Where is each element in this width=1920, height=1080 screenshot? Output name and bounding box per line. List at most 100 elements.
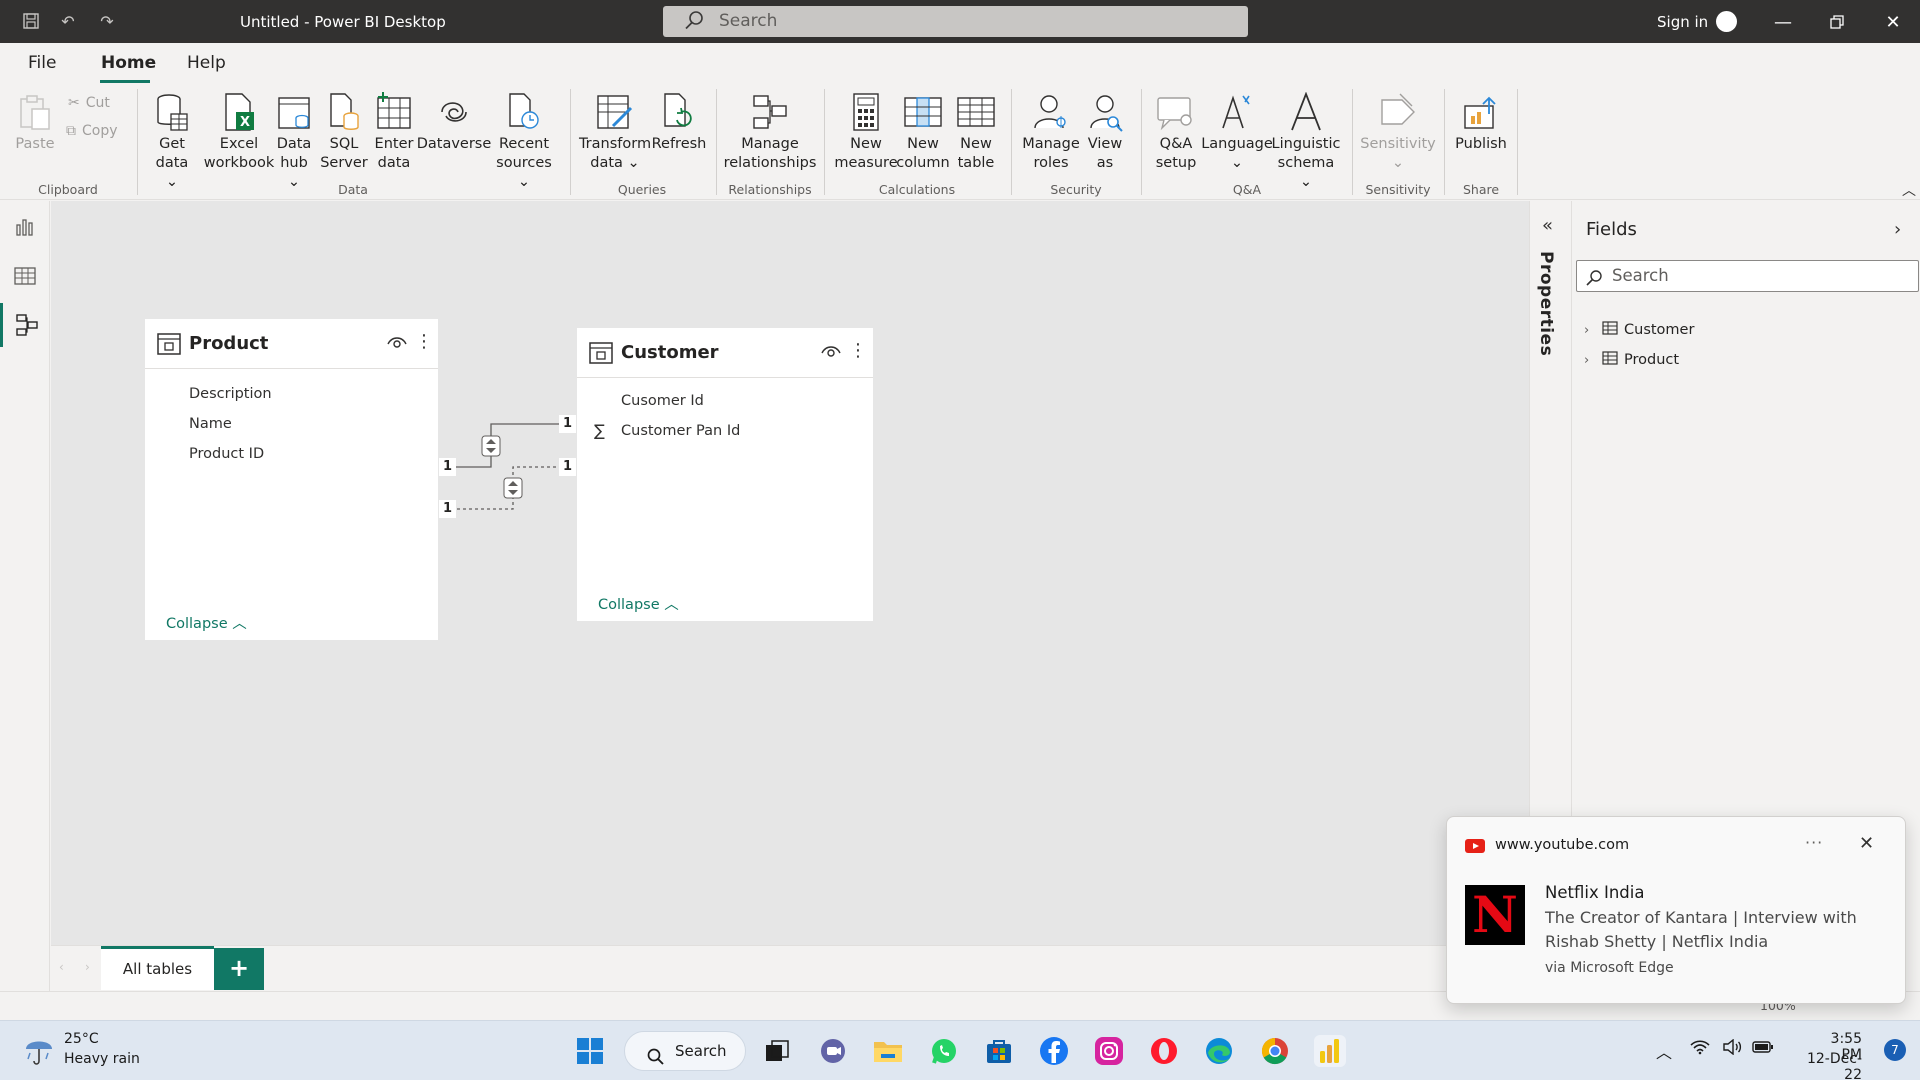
copy-button[interactable]: ⧉ Copy — [66, 123, 118, 139]
recent-sources-button[interactable]: Recent sources ⌄ — [489, 91, 559, 192]
cut-button[interactable]: ✂ Cut — [68, 95, 110, 111]
manage-roles-button[interactable]: Manage roles — [1020, 91, 1082, 173]
relationship-line-active[interactable] — [439, 423, 566, 468]
fields-search-input[interactable]: Search — [1576, 260, 1919, 292]
chevron-left-icon[interactable]: ‹ — [59, 960, 64, 974]
search-icon — [647, 1042, 665, 1080]
new-table-button[interactable]: New table — [953, 91, 999, 173]
battery-icon[interactable] — [1752, 1039, 1774, 1058]
cross-filter-icon[interactable] — [503, 477, 523, 499]
ribbon-separator — [824, 89, 825, 195]
paste-button[interactable]: Paste — [14, 91, 56, 154]
collapse-link[interactable]: Collapse ︿ — [598, 593, 679, 614]
collapse-link[interactable]: Collapse ︿ — [166, 612, 247, 633]
weather-temp[interactable]: 25°C — [64, 1031, 99, 1047]
qa-setup-button[interactable]: Q&A setup — [1153, 91, 1199, 173]
tab-file[interactable]: File — [28, 53, 56, 73]
weather-rain-icon[interactable] — [22, 1033, 56, 1071]
model-view-icon[interactable] — [0, 303, 50, 347]
opera-icon[interactable] — [1148, 1035, 1180, 1067]
publish-button[interactable]: Publish — [1452, 91, 1510, 154]
report-view-icon[interactable] — [0, 205, 50, 249]
field-item[interactable]: Description — [189, 386, 272, 402]
whatsapp-icon[interactable] — [928, 1035, 960, 1067]
table-card-customer[interactable]: Customer ⋮ Cusomer Id ∑ Customer Pan Id … — [577, 328, 873, 621]
fields-table-item[interactable]: › Product — [1584, 350, 1679, 370]
weather-desc[interactable]: Heavy rain — [64, 1051, 140, 1067]
task-view-icon[interactable] — [761, 1035, 793, 1067]
properties-label[interactable]: Properties — [1536, 251, 1556, 356]
table-card-product[interactable]: Product ⋮ Description Name Product ID Co… — [145, 319, 438, 640]
enter-data-button[interactable]: Enter data — [373, 91, 415, 173]
manage-relationships-button[interactable]: Manage relationships — [723, 91, 817, 173]
refresh-button[interactable]: Refresh — [650, 91, 708, 154]
model-canvas[interactable]: Product ⋮ Description Name Product ID Co… — [51, 201, 1529, 945]
tab-help[interactable]: Help — [187, 53, 226, 73]
facebook-icon[interactable] — [1038, 1035, 1070, 1067]
redo-icon[interactable]: ↷ — [96, 10, 118, 32]
notification-badge[interactable]: 7 — [1884, 1039, 1906, 1061]
windows-start-icon[interactable] — [574, 1035, 606, 1067]
collapse-ribbon-icon[interactable]: ︿ — [1902, 180, 1916, 200]
tab-home[interactable]: Home — [101, 53, 156, 73]
avatar[interactable] — [1716, 11, 1737, 32]
eye-icon[interactable] — [821, 344, 841, 362]
excel-workbook-button[interactable]: X Excel workbook — [204, 91, 274, 173]
microsoft-store-icon[interactable] — [983, 1035, 1015, 1067]
cross-filter-icon[interactable] — [481, 435, 501, 457]
language-button[interactable]: Language ⌄ — [1201, 91, 1273, 173]
field-item[interactable]: Name — [189, 416, 232, 432]
wifi-icon[interactable] — [1690, 1039, 1710, 1059]
sign-in-link[interactable]: Sign in — [1657, 13, 1708, 31]
field-item[interactable]: Product ID — [189, 446, 264, 462]
new-measure-button[interactable]: New measure — [834, 91, 898, 173]
linguistic-schema-button[interactable]: Linguistic schema ⌄ — [1272, 91, 1340, 192]
transform-data-button[interactable]: Transform data ⌄ — [579, 91, 651, 173]
chevron-right-icon[interactable]: › — [1894, 219, 1901, 240]
chevron-double-left-icon[interactable]: « — [1542, 215, 1553, 236]
eye-icon[interactable] — [387, 335, 407, 353]
field-item[interactable]: Cusomer Id — [621, 393, 704, 409]
more-options-icon[interactable]: ··· — [1805, 833, 1823, 852]
instagram-icon[interactable] — [1093, 1035, 1125, 1067]
page-tab-all-tables[interactable]: All tables — [101, 946, 214, 990]
volume-icon[interactable] — [1722, 1038, 1742, 1059]
restore-icon[interactable] — [1822, 10, 1852, 34]
table-icon — [1602, 351, 1618, 369]
data-hub-button[interactable]: Data hub ⌄ — [272, 91, 316, 192]
sensitivity-button[interactable]: Sensitivity ⌄ — [1360, 91, 1436, 173]
file-explorer-icon[interactable] — [872, 1035, 904, 1067]
more-options-icon[interactable]: ⋮ — [415, 331, 433, 352]
table-view-icon[interactable] — [0, 254, 50, 298]
new-column-button[interactable]: New column — [895, 91, 951, 173]
menu-bar: File Home Help — [0, 43, 1920, 83]
chevron-right-icon[interactable]: › — [1584, 353, 1596, 368]
get-data-button[interactable]: Get data ⌄ — [150, 91, 194, 192]
add-page-button[interactable]: + — [214, 948, 264, 990]
chrome-icon[interactable] — [1259, 1035, 1291, 1067]
title-search-box[interactable]: Search — [663, 6, 1248, 37]
chevron-up-icon[interactable]: ︿ — [1656, 1039, 1672, 1063]
save-icon[interactable] — [20, 10, 42, 32]
sql-server-button[interactable]: SQL Server — [320, 91, 368, 173]
view-as-button[interactable]: View as — [1084, 91, 1126, 173]
notification-toast[interactable]: www.youtube.com ··· ✕ N Netflix India Th… — [1446, 816, 1906, 1004]
close-icon[interactable]: ✕ — [1859, 833, 1874, 854]
fields-table-item[interactable]: › Customer — [1584, 320, 1694, 340]
teams-chat-icon[interactable] — [817, 1035, 849, 1067]
new-column-icon — [903, 91, 943, 133]
taskbar-search[interactable]: Search — [624, 1031, 746, 1071]
power-bi-icon[interactable] — [1314, 1035, 1346, 1067]
close-icon[interactable]: ✕ — [1878, 10, 1908, 34]
minimize-icon[interactable]: — — [1768, 10, 1798, 34]
clock-date[interactable]: 12-Dec-22 — [1790, 1051, 1862, 1080]
field-item[interactable]: Customer Pan Id — [621, 423, 740, 439]
dataverse-button[interactable]: Dataverse — [417, 91, 491, 154]
schema-label-1: Linguistic — [1271, 136, 1341, 152]
chevron-right-icon[interactable]: › — [85, 960, 90, 974]
more-options-icon[interactable]: ⋮ — [849, 340, 867, 361]
edge-icon[interactable] — [1203, 1035, 1235, 1067]
manage-roles-label-1: Manage — [1022, 136, 1080, 152]
chevron-right-icon[interactable]: › — [1584, 323, 1596, 338]
undo-icon[interactable]: ↶ — [57, 10, 79, 32]
